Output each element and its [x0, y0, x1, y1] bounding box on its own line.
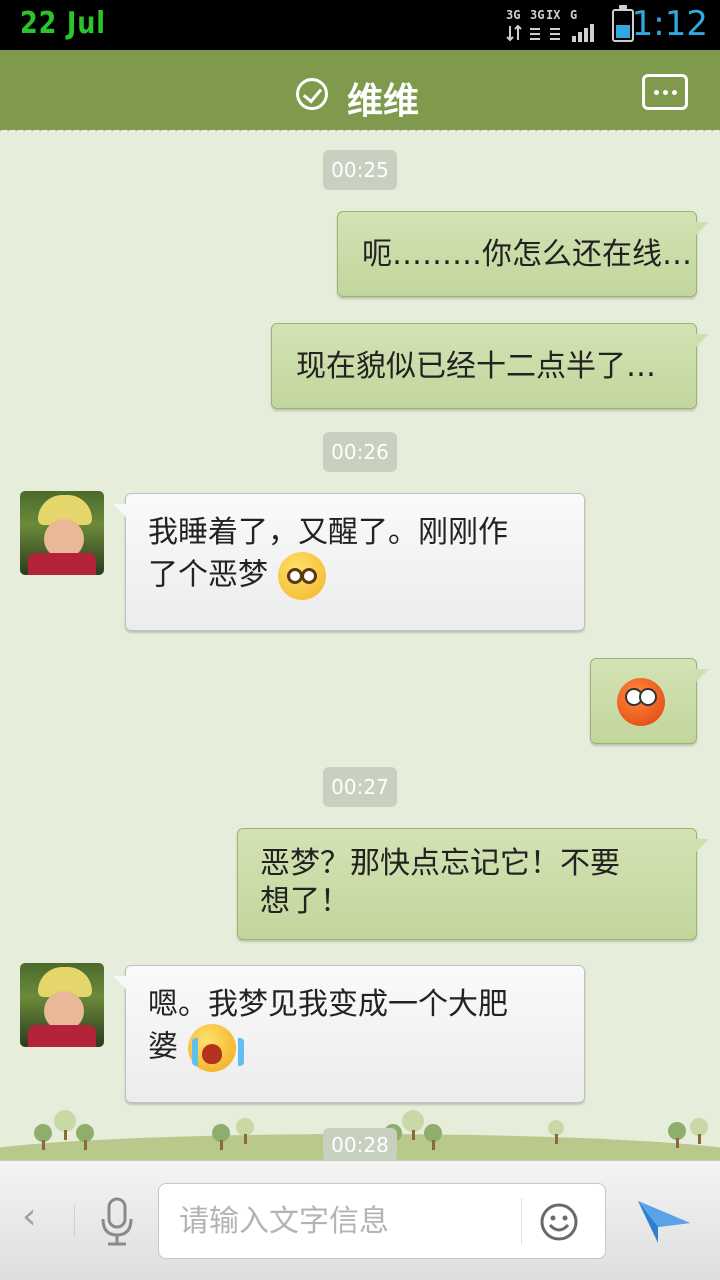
- tree-icon: [54, 1110, 76, 1132]
- outgoing-message[interactable]: 恶梦？那快点忘记它！不要 想了！: [237, 828, 709, 940]
- tree-trunk: [220, 1140, 223, 1150]
- menu-dot: [663, 90, 668, 95]
- tree-icon: [402, 1110, 424, 1132]
- contact-name: 维维: [347, 81, 420, 122]
- message-text: 了个恶梦: [148, 557, 268, 592]
- contact-avatar[interactable]: [20, 963, 104, 1047]
- landscape-decoration: 00:28: [0, 1100, 720, 1160]
- network-label-4: G: [570, 8, 578, 22]
- battery-fill: [616, 24, 630, 38]
- message-text: 婆: [148, 1029, 178, 1064]
- verified-check-icon: [296, 78, 328, 110]
- status-date: 22 Jul: [20, 6, 106, 41]
- status-time: 1:12: [631, 4, 708, 44]
- incoming-message[interactable]: 我睡着了，又醒了。刚刚作 了个恶梦: [113, 493, 585, 631]
- angry-face-icon: [617, 678, 665, 726]
- incoming-message[interactable]: 嗯。我梦见我变成一个大肥 婆: [113, 965, 585, 1103]
- signal-icon: [506, 24, 594, 42]
- network-label-1: 3G: [506, 8, 521, 22]
- message-text: 恶梦？那快点忘记它！不要: [260, 846, 620, 881]
- message-text: 我睡着了，又醒了。刚刚作: [148, 515, 508, 550]
- tree-trunk: [84, 1140, 87, 1150]
- network-status-icon: 3G 3G IX G: [506, 6, 602, 44]
- outgoing-message[interactable]: [590, 658, 709, 744]
- divider: [74, 1205, 75, 1237]
- avatar-scarf: [28, 553, 96, 575]
- back-button[interactable]: ‹: [22, 1196, 36, 1237]
- tree-trunk: [432, 1140, 435, 1150]
- send-button[interactable]: [636, 1195, 692, 1247]
- message-text: 呃………你怎么还在线…: [362, 237, 692, 272]
- message-input[interactable]: [179, 1198, 509, 1244]
- tree-trunk: [244, 1134, 247, 1144]
- message-text: 嗯。我梦见我变成一个大肥: [148, 987, 508, 1022]
- status-bar: 22 Jul 3G 3G IX G 1:12: [0, 0, 720, 50]
- divider: [521, 1198, 522, 1244]
- network-label-2: 3G: [530, 8, 545, 22]
- avatar-scarf: [28, 1025, 96, 1047]
- chat-menu-button[interactable]: [642, 74, 688, 110]
- message-input-box[interactable]: [158, 1183, 606, 1259]
- message-text: 现在貌似已经十二点半了…: [296, 349, 656, 384]
- outgoing-message[interactable]: 呃………你怎么还在线…: [337, 211, 709, 297]
- message-timestamp: 00:26: [323, 432, 397, 472]
- tree-trunk: [698, 1134, 701, 1144]
- emoji-smiley-icon[interactable]: [539, 1202, 579, 1242]
- pleading-face-icon: [277, 551, 326, 600]
- contact-avatar[interactable]: [20, 491, 104, 575]
- message-text: 想了！: [260, 883, 350, 919]
- input-bar: ‹: [0, 1160, 720, 1280]
- header-zigzag-edge: [0, 127, 720, 135]
- tree-trunk: [42, 1140, 45, 1150]
- menu-dot: [654, 90, 659, 95]
- network-label-3: IX: [546, 8, 561, 22]
- microphone-icon[interactable]: [98, 1197, 136, 1247]
- message-timestamp: 00:27: [323, 767, 397, 807]
- tree-trunk: [412, 1130, 415, 1140]
- chat-area[interactable]: 00:25 呃………你怎么还在线… 现在貌似已经十二点半了… 00:26 我睡着…: [0, 135, 720, 1160]
- tree-trunk: [555, 1134, 558, 1144]
- menu-dot: [672, 90, 677, 95]
- message-timestamp: 00:25: [323, 150, 397, 190]
- message-timestamp: 00:28: [323, 1128, 397, 1160]
- outgoing-message[interactable]: 现在貌似已经十二点半了…: [271, 323, 709, 409]
- tree-trunk: [64, 1130, 67, 1140]
- tree-trunk: [676, 1138, 679, 1148]
- crying-face-icon: [187, 1023, 244, 1072]
